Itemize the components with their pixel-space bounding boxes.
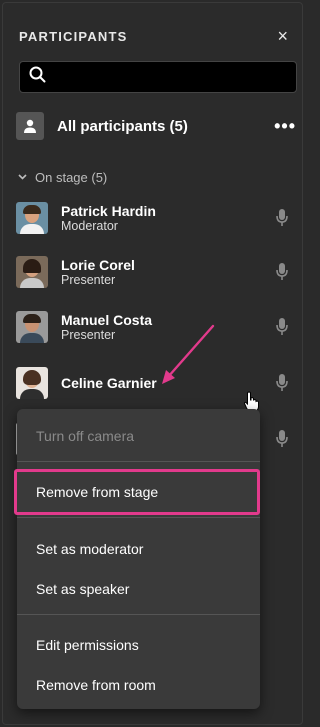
avatar: [16, 256, 48, 288]
participant-row[interactable]: Lorie Corel Presenter: [16, 253, 296, 291]
section-label: On stage (5): [35, 170, 108, 185]
microphone-icon[interactable]: [276, 374, 288, 392]
menu-divider: [17, 614, 260, 615]
microphone-icon[interactable]: [276, 318, 288, 336]
panel-header: PARTICIPANTS ×: [19, 25, 288, 47]
participant-name: Manuel Costa: [61, 312, 153, 328]
avatar: [16, 202, 48, 234]
menu-item-remove-from-room[interactable]: Remove from room: [36, 677, 156, 693]
participant-name: Patrick Hardin: [61, 203, 156, 219]
avatar: [16, 311, 48, 343]
participant-role: Presenter: [61, 328, 116, 342]
microphone-icon[interactable]: [276, 209, 288, 227]
participant-role: Moderator: [61, 219, 118, 233]
avatar: [16, 367, 48, 399]
menu-divider: [17, 517, 260, 518]
search-box[interactable]: [19, 61, 297, 93]
participant-row[interactable]: Manuel Costa Presenter: [16, 308, 296, 346]
user-icon: [16, 112, 44, 140]
menu-item-set-as-moderator[interactable]: Set as moderator: [36, 541, 143, 557]
all-participants-label: All participants (5): [57, 117, 188, 135]
context-menu: Turn off camera Remove from stage Set as…: [17, 409, 260, 709]
menu-item-set-as-speaker[interactable]: Set as speaker: [36, 581, 129, 597]
chevron-down-icon: [18, 172, 27, 183]
participant-name: Celine Garnier: [61, 375, 157, 391]
microphone-icon[interactable]: [276, 430, 288, 448]
all-participants-row[interactable]: All participants (5) •••: [16, 110, 296, 142]
close-icon[interactable]: ×: [277, 27, 288, 45]
participant-name: Lorie Corel: [61, 257, 135, 273]
menu-item-turn-off-camera: Turn off camera: [36, 428, 135, 444]
participant-row[interactable]: Patrick Hardin Moderator: [16, 199, 296, 237]
participant-role: Presenter: [61, 273, 116, 287]
panel-title: PARTICIPANTS: [19, 28, 128, 44]
search-icon: [29, 66, 46, 88]
menu-item-remove-from-stage[interactable]: Remove from stage: [36, 484, 158, 500]
menu-divider: [17, 461, 260, 462]
search-input[interactable]: [54, 69, 284, 85]
menu-item-edit-permissions[interactable]: Edit permissions: [36, 637, 139, 653]
microphone-icon[interactable]: [276, 263, 288, 281]
on-stage-section-toggle[interactable]: On stage (5): [18, 170, 107, 185]
more-options-icon[interactable]: •••: [274, 117, 296, 135]
